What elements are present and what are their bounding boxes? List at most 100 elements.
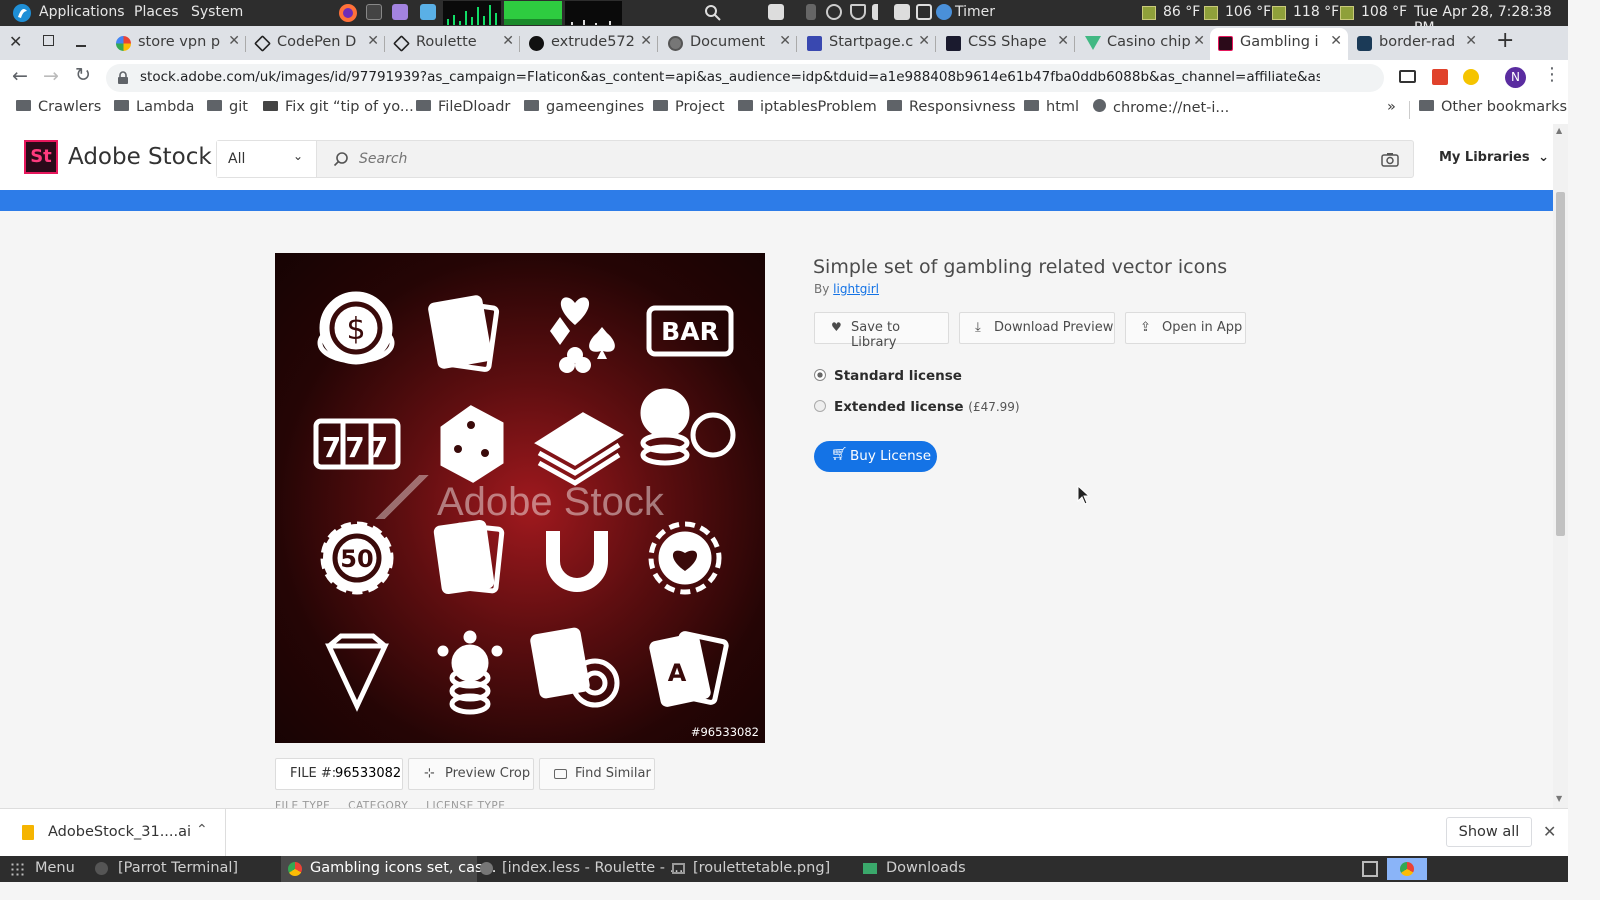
timer-icon[interactable] <box>936 4 952 20</box>
camera-icon[interactable] <box>1381 152 1399 167</box>
browser-tab[interactable]: Startpage.c ✕ <box>799 30 936 58</box>
screen-icon[interactable] <box>916 4 932 20</box>
close-downloads-icon[interactable]: ✕ <box>1543 822 1556 841</box>
files-icon[interactable] <box>420 4 436 20</box>
other-bookmarks[interactable]: Other bookmarks <box>1419 99 1567 115</box>
bookmark-project[interactable]: Project <box>653 99 725 115</box>
cast-icon[interactable] <box>1399 70 1416 83</box>
minimize-window-icon[interactable] <box>76 45 86 47</box>
close-window-icon[interactable]: ✕ <box>9 32 22 51</box>
scrollbar-thumb[interactable] <box>1556 192 1565 536</box>
browser-tab[interactable]: CSS Shape ✕ <box>938 30 1075 58</box>
close-tab-icon[interactable]: ✕ <box>1465 33 1477 49</box>
reload-icon[interactable]: ↻ <box>75 64 91 86</box>
close-tab-icon[interactable]: ✕ <box>502 33 514 49</box>
author-link[interactable]: lightgirl <box>833 282 879 296</box>
new-tab-icon[interactable]: + <box>1496 28 1514 53</box>
display-icon[interactable] <box>768 4 784 20</box>
radio-selected[interactable] <box>814 369 826 381</box>
bookmark-chrome-net[interactable]: chrome://net-i... <box>1093 99 1229 116</box>
bookmark-filedloadr[interactable]: FileDloadr <box>416 99 510 115</box>
night-mode-icon[interactable] <box>826 4 842 20</box>
extended-license-option[interactable]: Extended license (£47.99) <box>814 399 1020 415</box>
chevron-up-icon[interactable]: ⌃ <box>196 822 208 838</box>
content-filter-select[interactable]: All ⌄ <box>217 141 317 177</box>
page-scrollbar[interactable]: ▲ ▼ <box>1553 124 1568 808</box>
bookmark-crawlers[interactable]: Crawlers <box>16 99 101 115</box>
bluetooth-icon[interactable] <box>806 4 816 20</box>
find-similar-button[interactable]: Find Similar <box>539 758 655 790</box>
adobe-stock-logo[interactable]: St <box>24 140 58 174</box>
radio-unselected[interactable] <box>814 400 826 412</box>
asset-preview-image[interactable]: $ BAR 777 50 A Adobe Stock #96533082 <box>275 253 765 743</box>
open-in-app-button[interactable]: ⇪ Open in App <box>1125 312 1246 344</box>
close-tab-icon[interactable]: ✕ <box>1330 33 1342 49</box>
taskbar-item[interactable]: [index.less - Roulette - ... <box>502 860 683 876</box>
shield-icon[interactable] <box>850 4 866 20</box>
close-tab-icon[interactable]: ✕ <box>367 33 379 49</box>
restore-window-icon[interactable] <box>43 35 54 46</box>
workspace-icon[interactable] <box>1362 861 1378 877</box>
forward-icon[interactable]: → <box>43 65 59 87</box>
parrot-logo-icon[interactable] <box>12 3 32 23</box>
close-tab-icon[interactable]: ✕ <box>918 33 930 49</box>
bookmark-responsivness[interactable]: Responsivness <box>887 99 1016 115</box>
scroll-up-icon[interactable]: ▲ <box>1556 126 1562 135</box>
search-icon[interactable] <box>704 4 722 22</box>
taskbar-menu[interactable]: Menu <box>35 860 75 876</box>
save-to-library-button[interactable]: ♥ Save to Library <box>814 312 949 350</box>
url-text[interactable]: stock.adobe.com/uk/images/id/97791939?as… <box>140 69 1320 85</box>
browser-menu-icon[interactable]: ⋮ <box>1543 64 1561 85</box>
browser-tab[interactable]: Casino chip ✕ <box>1077 30 1211 58</box>
bookmark-iptablesproblem[interactable]: iptablesProblem <box>738 99 877 115</box>
brand-name[interactable]: Adobe Stock <box>68 144 212 170</box>
workspace-indicator[interactable] <box>1387 858 1427 880</box>
browser-tab[interactable]: extrude572 ✕ <box>521 30 658 58</box>
menu-places[interactable]: Places <box>134 4 179 20</box>
firefox-icon[interactable] <box>338 3 358 23</box>
lock-icon[interactable] <box>117 71 129 85</box>
clipboard-icon[interactable] <box>894 4 910 20</box>
browser-tab-active[interactable]: Gambling i ✕ <box>1210 28 1348 60</box>
notes-icon[interactable] <box>392 4 408 20</box>
my-libraries-menu[interactable]: My Libraries ⌄ <box>1439 150 1549 165</box>
search-input[interactable] <box>357 147 1357 171</box>
bookmark-lambda[interactable]: Lambda <box>114 99 194 115</box>
omnibox[interactable]: stock.adobe.com/uk/images/id/97791939?as… <box>106 64 1384 92</box>
profile-avatar[interactable]: N <box>1505 67 1526 88</box>
menu-applications[interactable]: Applications <box>39 4 125 20</box>
bookmark-git[interactable]: git <box>207 99 248 115</box>
extension-icon[interactable] <box>1432 69 1448 85</box>
scroll-down-icon[interactable]: ▼ <box>1556 794 1562 803</box>
menu-grid-icon[interactable] <box>10 862 24 876</box>
download-item[interactable]: AdobeStock_31....ai ⌃ <box>0 809 226 856</box>
show-all-button[interactable]: Show all <box>1446 817 1532 847</box>
taskbar-item-active[interactable]: Gambling icons set, cas... <box>281 856 496 882</box>
close-tab-icon[interactable]: ✕ <box>228 33 240 49</box>
browser-tab[interactable]: Roulette ✕ <box>386 30 520 58</box>
close-tab-icon[interactable]: ✕ <box>779 33 791 49</box>
menu-system[interactable]: System <box>191 4 243 20</box>
taskbar-item[interactable]: Downloads <box>886 860 966 876</box>
browser-tab[interactable]: store vpn p ✕ <box>108 30 246 58</box>
browser-tab[interactable]: Document ✕ <box>660 30 797 58</box>
standard-license-option[interactable]: Standard license <box>814 368 962 384</box>
bookmark-gameengines[interactable]: gameengines <box>524 99 644 115</box>
extension-icon[interactable] <box>1463 69 1479 85</box>
bookmark-html[interactable]: html <box>1024 99 1079 115</box>
close-tab-icon[interactable]: ✕ <box>640 33 652 49</box>
volume-icon[interactable] <box>872 4 888 20</box>
browser-tab[interactable]: CodePen D ✕ <box>247 30 385 58</box>
terminal-icon[interactable] <box>366 4 382 20</box>
buy-license-button[interactable]: 🛒︎ Buy License <box>814 441 937 472</box>
taskbar-item[interactable]: [roulettetable.png] <box>693 860 830 876</box>
download-preview-button[interactable]: ⤓ Download Preview <box>959 312 1115 344</box>
preview-crop-button[interactable]: ⊹ Preview Crop <box>408 758 534 790</box>
browser-tab[interactable]: border-rad ✕ <box>1349 30 1483 58</box>
back-icon[interactable]: ← <box>12 65 28 87</box>
close-tab-icon[interactable]: ✕ <box>1057 33 1069 49</box>
bookmark-fix-git[interactable]: Fix git “tip of yo... <box>263 99 414 115</box>
timer-label[interactable]: Timer <box>955 4 995 20</box>
close-tab-icon[interactable]: ✕ <box>1193 33 1205 49</box>
bookmarks-overflow[interactable]: » <box>1387 99 1396 115</box>
